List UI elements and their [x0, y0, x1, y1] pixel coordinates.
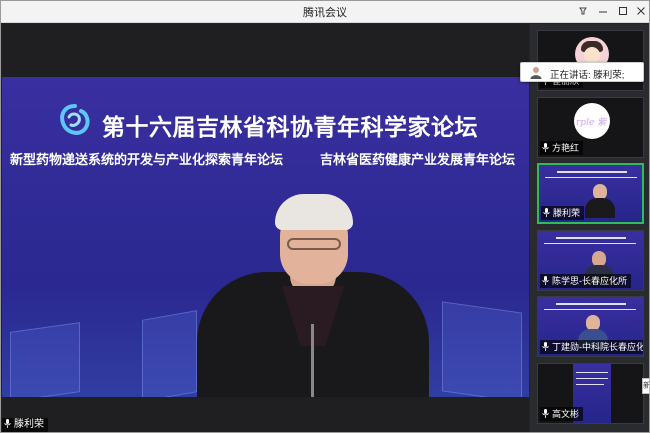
- window-title: 腾讯会议: [303, 7, 347, 19]
- edge-tab[interactable]: 新: [642, 378, 650, 394]
- mini-banner-line: [576, 378, 608, 379]
- participant-name-tag: 陈学思-长春应化所: [540, 274, 631, 288]
- speaker-video-feed: [187, 194, 437, 397]
- speaker-avatar-icon: [530, 67, 542, 79]
- speaker-zipper: [311, 324, 314, 397]
- microphone-icon: [542, 342, 549, 351]
- mini-speaker: [585, 184, 615, 218]
- close-icon[interactable]: [631, 3, 650, 20]
- banner-subtitle-right: 吉林省医药健康产业发展青年论坛: [320, 152, 516, 167]
- banner-subtitle-left: 新型药物递送系统的开发与产业化探索青年论坛: [10, 152, 284, 167]
- mini-banner-line: [545, 177, 637, 178]
- maximize-icon[interactable]: [613, 3, 633, 20]
- participant-tile-active[interactable]: 滕利荣: [537, 163, 644, 224]
- participant-tile[interactable]: rple 紫 方艳红: [537, 97, 644, 158]
- mini-body: [585, 198, 615, 218]
- minimize-icon[interactable]: [593, 3, 613, 20]
- participant-name: 高文彬: [552, 409, 580, 419]
- banner-cube: [10, 322, 80, 397]
- mini-banner-line: [557, 171, 627, 173]
- banner-title: 第十六届吉林省科协青年科学家论坛: [102, 114, 478, 140]
- speaking-indicator-popup: 正在讲话: 滕利荣;: [520, 62, 644, 82]
- avatar-text: rple 紫: [576, 118, 607, 128]
- participant-tile[interactable]: 高文彬: [537, 363, 644, 424]
- participant-name-tag: 滕利荣: [541, 206, 585, 220]
- forum-logo-icon: [60, 104, 90, 135]
- microphone-icon: [542, 409, 549, 418]
- title-bar: 腾讯会议: [1, 1, 649, 23]
- mini-banner-line: [544, 309, 636, 310]
- speaker-glasses: [287, 238, 341, 250]
- speaking-indicator-text: 正在讲话: 滕利荣;: [550, 70, 625, 81]
- speaker-hair: [275, 194, 353, 230]
- main-speaker-name-tag: 滕利荣: [2, 418, 48, 432]
- microphone-icon: [542, 143, 549, 152]
- mini-banner-line: [576, 372, 608, 373]
- participant-name-tag: 方艳红: [540, 141, 584, 155]
- mini-banner-line: [556, 303, 626, 305]
- microphone-icon: [4, 419, 11, 428]
- pin-icon[interactable]: [573, 3, 593, 20]
- mini-banner-line: [556, 237, 626, 239]
- participant-sidebar[interactable]: 崔丽欣 rple 紫 方艳红 滕利荣 陈学思: [530, 24, 649, 432]
- participant-name: 方艳红: [552, 143, 580, 153]
- participant-tile[interactable]: 陈学思-长春应化所: [537, 230, 644, 291]
- microphone-icon: [542, 276, 549, 285]
- participant-name: 丁建勋-中科院长春应化所: [552, 342, 644, 352]
- mini-banner-line: [544, 243, 636, 244]
- avatar: rple 紫: [574, 103, 610, 139]
- microphone-icon: [543, 208, 550, 217]
- banner-cube: [442, 301, 522, 397]
- main-speaker-name: 滕利荣: [14, 419, 44, 430]
- main-video-panel[interactable]: 第十六届吉林省科协青年科学家论坛 新型药物递送系统的开发与产业化探索青年论坛 吉…: [2, 24, 529, 432]
- participant-name: 滕利荣: [553, 208, 581, 218]
- mini-banner-line: [576, 384, 604, 385]
- participant-name: 陈学思-长春应化所: [552, 276, 627, 286]
- participant-name-tag: 丁建勋-中科院长春应化所: [540, 340, 644, 354]
- participant-tile[interactable]: 丁建勋-中科院长春应化所: [537, 296, 644, 357]
- avatar-face: [584, 47, 600, 63]
- meeting-window: 腾讯会议 第十六届吉林省科协青年科学家论坛 新型药物递送系统的开发与产业化探索青…: [0, 0, 650, 433]
- participant-name-tag: 高文彬: [540, 407, 584, 421]
